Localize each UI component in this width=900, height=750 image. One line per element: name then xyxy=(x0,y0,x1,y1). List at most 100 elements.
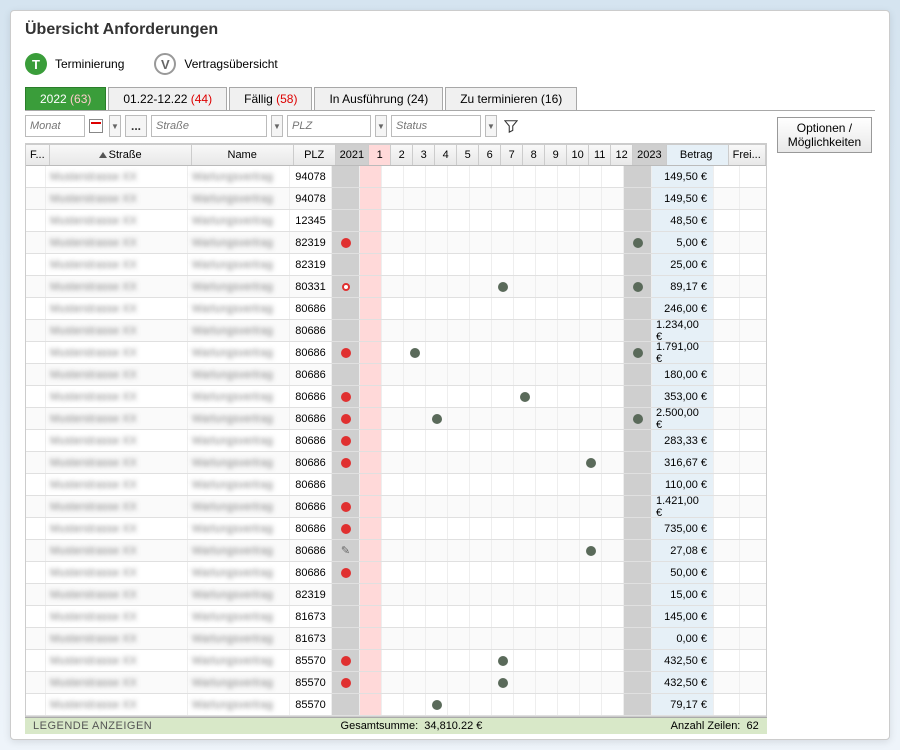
col-m1[interactable]: 1 xyxy=(369,145,391,165)
status-dot-red xyxy=(341,568,351,578)
table-row[interactable]: Musterstrasse XXWartungsvertrag8033189,1… xyxy=(26,276,766,298)
legende-toggle[interactable]: LEGENDE ANZEIGEN xyxy=(33,720,152,732)
table-row[interactable]: Musterstrasse XXWartungsvertrag8231915,0… xyxy=(26,584,766,606)
tab-01221222[interactable]: 01.22-12.22 (44) xyxy=(108,87,227,110)
funnel-icon[interactable] xyxy=(501,115,521,137)
table-row[interactable]: Musterstrasse XXWartungsvertrag8231925,0… xyxy=(26,254,766,276)
col-2023[interactable]: 2023 xyxy=(633,145,666,165)
cell-name: Wartungsvertrag xyxy=(188,606,290,627)
col-m8[interactable]: 8 xyxy=(523,145,545,165)
tab-2022[interactable]: 2022 (63) xyxy=(25,87,106,110)
monat-dropdown-icon[interactable]: ▼ xyxy=(109,115,121,137)
table-row[interactable]: Musterstrasse XXWartungsvertrag80686316,… xyxy=(26,452,766,474)
col-2021[interactable]: 2021 xyxy=(336,145,369,165)
col-f[interactable]: F... xyxy=(26,145,50,165)
filter-plz[interactable] xyxy=(287,115,371,137)
cell-month xyxy=(536,408,558,429)
cell-frei xyxy=(714,562,740,583)
cell-2023 xyxy=(624,188,652,209)
cell-amount: 5,00 € xyxy=(652,232,714,253)
cell-f xyxy=(26,408,46,429)
cell-month xyxy=(580,606,602,627)
cell-month xyxy=(426,276,448,297)
table-row[interactable]: Musterstrasse XXWartungsvertrag8068650,0… xyxy=(26,562,766,584)
cell-month xyxy=(448,584,470,605)
cell-month xyxy=(492,364,514,385)
cell-2023 xyxy=(624,672,652,693)
cell-month xyxy=(382,166,404,187)
col-m9[interactable]: 9 xyxy=(545,145,567,165)
table-row[interactable]: Musterstrasse XXWartungsvertrag80686180,… xyxy=(26,364,766,386)
grid-body[interactable]: Musterstrasse XXWartungsvertrag94078149,… xyxy=(26,166,766,716)
plz-dropdown-icon[interactable]: ▼ xyxy=(375,115,387,137)
filter-monat[interactable] xyxy=(25,115,85,137)
cell-month xyxy=(382,320,404,341)
cell-amount: 48,50 € xyxy=(652,210,714,231)
table-row[interactable]: Musterstrasse XXWartungsvertrag85570432,… xyxy=(26,650,766,672)
cell-month xyxy=(426,628,448,649)
col-m3[interactable]: 3 xyxy=(413,145,435,165)
cell-month xyxy=(470,496,492,517)
cell-month xyxy=(470,408,492,429)
options-button[interactable]: Optionen / Möglichkeiten xyxy=(777,117,872,153)
table-row[interactable]: Musterstrasse XXWartungsvertrag806862.50… xyxy=(26,408,766,430)
table-row[interactable]: Musterstrasse XXWartungsvertrag823195,00… xyxy=(26,232,766,254)
table-row[interactable]: Musterstrasse XXWartungsvertrag80686283,… xyxy=(26,430,766,452)
table-row[interactable]: Musterstrasse XXWartungsvertrag80686246,… xyxy=(26,298,766,320)
cell-street: Musterstrasse XX xyxy=(46,562,188,583)
table-row[interactable]: Musterstrasse XXWartungsvertrag806861.42… xyxy=(26,496,766,518)
table-row[interactable]: Musterstrasse XXWartungsvertrag8557079,1… xyxy=(26,694,766,716)
table-row[interactable]: Musterstrasse XXWartungsvertrag806861.79… xyxy=(26,342,766,364)
cell-street: Musterstrasse XX xyxy=(46,166,188,187)
table-row[interactable]: Musterstrasse XXWartungsvertrag85570432,… xyxy=(26,672,766,694)
col-m2[interactable]: 2 xyxy=(391,145,413,165)
cell-month xyxy=(580,540,602,561)
table-row[interactable]: Musterstrasse XXWartungsvertrag816730,00… xyxy=(26,628,766,650)
cell-month xyxy=(470,628,492,649)
col-m11[interactable]: 11 xyxy=(589,145,611,165)
col-m7[interactable]: 7 xyxy=(501,145,523,165)
tab-inausfhrung[interactable]: In Ausführung (24) xyxy=(314,87,443,110)
tab-fllig[interactable]: Fällig (58) xyxy=(229,87,312,110)
col-street[interactable]: Straße xyxy=(50,145,192,165)
filter-status[interactable] xyxy=(391,115,481,137)
tab-zuterminieren[interactable]: Zu terminieren (16) xyxy=(445,87,577,110)
col-m6[interactable]: 6 xyxy=(479,145,501,165)
cell-plz: 81673 xyxy=(290,628,332,649)
filter-clear-button[interactable]: ... xyxy=(125,115,147,137)
table-row[interactable]: Musterstrasse XXWartungsvertrag81673145,… xyxy=(26,606,766,628)
cell-month xyxy=(426,386,448,407)
cell-month xyxy=(602,540,624,561)
col-betrag[interactable]: Betrag xyxy=(667,145,729,165)
calendar-icon[interactable] xyxy=(89,119,103,133)
cell-month xyxy=(360,694,382,715)
col-m4[interactable]: 4 xyxy=(435,145,457,165)
status-dropdown-icon[interactable]: ▼ xyxy=(485,115,497,137)
table-row[interactable]: Musterstrasse XXWartungsvertrag806861.23… xyxy=(26,320,766,342)
cell-month xyxy=(382,364,404,385)
table-row[interactable]: Musterstrasse XXWartungsvertrag1234548,5… xyxy=(26,210,766,232)
col-m5[interactable]: 5 xyxy=(457,145,479,165)
cell-month xyxy=(558,562,580,583)
cell-month xyxy=(602,694,624,715)
col-m10[interactable]: 10 xyxy=(567,145,589,165)
cell-month xyxy=(580,430,602,451)
cell-2021 xyxy=(332,584,360,605)
cell-month xyxy=(382,672,404,693)
cell-month xyxy=(536,518,558,539)
table-row[interactable]: Musterstrasse XXWartungsvertrag80686353,… xyxy=(26,386,766,408)
table-row[interactable]: Musterstrasse XXWartungsvertrag80686✎27,… xyxy=(26,540,766,562)
cell-month xyxy=(404,342,426,363)
cell-month xyxy=(426,694,448,715)
table-row[interactable]: Musterstrasse XXWartungsvertrag94078149,… xyxy=(26,166,766,188)
table-row[interactable]: Musterstrasse XXWartungsvertrag94078149,… xyxy=(26,188,766,210)
filter-strasse[interactable] xyxy=(151,115,267,137)
table-row[interactable]: Musterstrasse XXWartungsvertrag80686110,… xyxy=(26,474,766,496)
col-plz[interactable]: PLZ xyxy=(294,145,336,165)
cell-2021 xyxy=(332,496,360,517)
strasse-dropdown-icon[interactable]: ▼ xyxy=(271,115,283,137)
col-frei[interactable]: Frei... xyxy=(729,145,766,165)
col-name[interactable]: Name xyxy=(192,145,294,165)
table-row[interactable]: Musterstrasse XXWartungsvertrag80686735,… xyxy=(26,518,766,540)
col-m12[interactable]: 12 xyxy=(611,145,633,165)
